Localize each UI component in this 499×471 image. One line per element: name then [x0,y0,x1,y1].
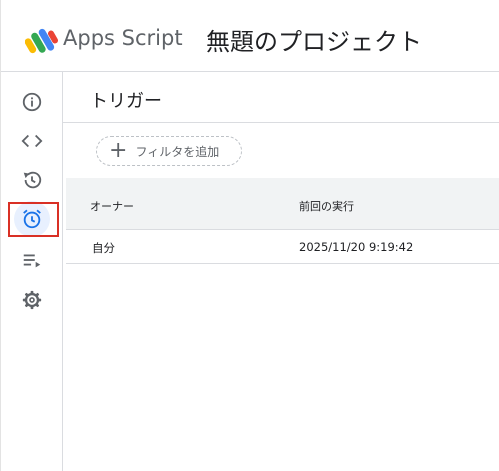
history-icon [23,171,42,189]
nav-overview[interactable] [14,84,50,120]
app-name: Apps Script [63,26,183,50]
owner-cell: 自分 [92,241,115,255]
add-filter-label: フィルタを追加 [135,144,220,159]
code-icon [21,134,43,148]
project-name[interactable]: 無題のプロジェクト [206,22,422,57]
column-header-owner[interactable]: オーナー [90,198,134,214]
plus-icon: + [109,138,128,163]
page-title: トリガー [90,91,162,112]
info-icon [22,92,42,112]
nav-project-history[interactable] [14,162,50,198]
last-run-cell: 2025/11/20 9:19:42 [299,240,414,254]
table-header: オーナー 前回の実行 [66,178,499,230]
top-bar: Apps Script 無題のプロジェクト [1,0,499,72]
add-filter-button[interactable]: + フィルタを追加 [96,136,242,166]
nav-editor[interactable] [14,123,50,159]
nav-settings[interactable] [14,282,50,318]
nav-triggers[interactable] [14,201,50,237]
gear-icon [22,290,42,310]
alarm-clock-icon [23,209,41,229]
triggers-panel: トリガー + フィルタを追加 オーナー 前回の実行 自分 2025/11/20 … [63,72,499,471]
apps-script-logo[interactable] [24,26,58,56]
divider [63,122,499,123]
column-header-last-run[interactable]: 前回の実行 [299,198,354,214]
table-row[interactable]: 自分 2025/11/20 9:19:42 [66,230,499,264]
apps-script-window: Apps Script 無題のプロジェクト トリガー + フィルタを追加 オーナ… [0,0,499,471]
executions-icon [23,254,41,268]
nav-executions[interactable] [14,242,50,278]
left-nav-rail [1,72,63,471]
